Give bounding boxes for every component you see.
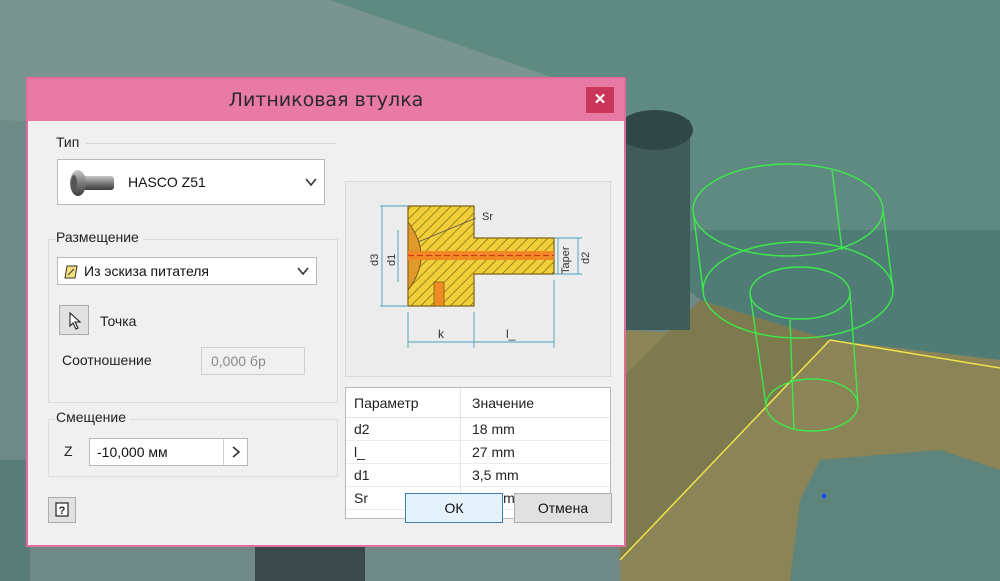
dialog-client: Тип HASCO Z51 Размещение Из эскиза питат… xyxy=(28,121,624,545)
param-name: d2 xyxy=(354,421,370,437)
ok-button[interactable]: ОК xyxy=(405,493,503,523)
param-value[interactable]: 27 mm xyxy=(472,441,515,464)
table-row[interactable]: l_ 27 mm xyxy=(346,441,610,464)
diagram-sr-label: Sr xyxy=(482,211,493,223)
help-label: ? xyxy=(59,505,66,517)
cursor-arrow-icon xyxy=(69,312,82,330)
placement-group-label: Размещение xyxy=(56,229,143,245)
z-axis-label: Z xyxy=(64,443,73,459)
param-name: d1 xyxy=(354,467,370,483)
ratio-input: 0,000 бр xyxy=(201,347,305,375)
z-offset-value: -10,000 мм xyxy=(97,444,168,460)
bushing-diagram-preview: Sr d3 d1 Taper d2 k l_ xyxy=(345,181,611,377)
diagram-d1-label: d1 xyxy=(386,254,398,266)
chevron-down-icon xyxy=(297,267,309,276)
column-header-value[interactable]: Значение xyxy=(472,388,534,418)
ratio-input-value: 0,000 бр xyxy=(211,353,266,369)
ratio-label: Соотношение xyxy=(62,352,152,368)
param-name: l_ xyxy=(354,444,365,460)
placement-select-value: Из эскиза питателя xyxy=(84,263,210,279)
point-label: Точка xyxy=(100,313,137,329)
diagram-taper-label: Taper xyxy=(560,246,572,274)
select-point-button[interactable] xyxy=(59,305,89,335)
z-offset-input[interactable]: -10,000 мм xyxy=(89,438,248,466)
chevron-down-icon xyxy=(305,178,317,187)
table-row[interactable]: d1 3,5 mm xyxy=(346,464,610,487)
type-group-label: Тип xyxy=(56,134,80,150)
help-icon: ? xyxy=(55,502,69,517)
dialog-title: Литниковая втулка xyxy=(228,89,424,111)
diagram-l-label: l_ xyxy=(506,327,516,341)
type-select[interactable]: HASCO Z51 xyxy=(57,159,325,205)
type-select-value: HASCO Z51 xyxy=(128,174,206,190)
bushing-cross-section-diagram: Sr d3 d1 Taper d2 k l_ xyxy=(369,205,592,348)
column-header-parameter[interactable]: Параметр xyxy=(354,388,419,418)
dialog-titlebar[interactable]: Литниковая втулка ✕ xyxy=(28,79,624,121)
cancel-button[interactable]: Отмена xyxy=(514,493,612,523)
diagram-k-label: k xyxy=(438,327,445,341)
table-header: Параметр Значение xyxy=(346,388,610,418)
param-name: Sr xyxy=(354,490,368,506)
bushing-thumbnail-icon xyxy=(70,170,114,196)
offset-group-label: Смещение xyxy=(56,409,131,425)
sprue-bushing-dialog: Литниковая втулка ✕ Тип HASCO Z51 Размещ… xyxy=(26,77,626,547)
param-value[interactable]: 18 mm xyxy=(472,418,515,441)
z-offset-flyout-button[interactable] xyxy=(223,439,247,465)
table-row[interactable]: d2 18 mm xyxy=(346,418,610,441)
param-value[interactable]: 3,5 mm xyxy=(472,464,519,487)
close-icon: ✕ xyxy=(593,91,607,108)
chevron-right-icon xyxy=(232,446,241,458)
diagram-d2-label: d2 xyxy=(580,252,592,264)
diagram-d3-label: d3 xyxy=(369,254,381,266)
placement-select[interactable]: Из эскиза питателя xyxy=(57,257,317,285)
help-button[interactable]: ? xyxy=(48,497,76,523)
sketch-icon xyxy=(64,265,78,279)
close-button[interactable]: ✕ xyxy=(586,87,614,113)
type-group-line xyxy=(86,143,336,144)
